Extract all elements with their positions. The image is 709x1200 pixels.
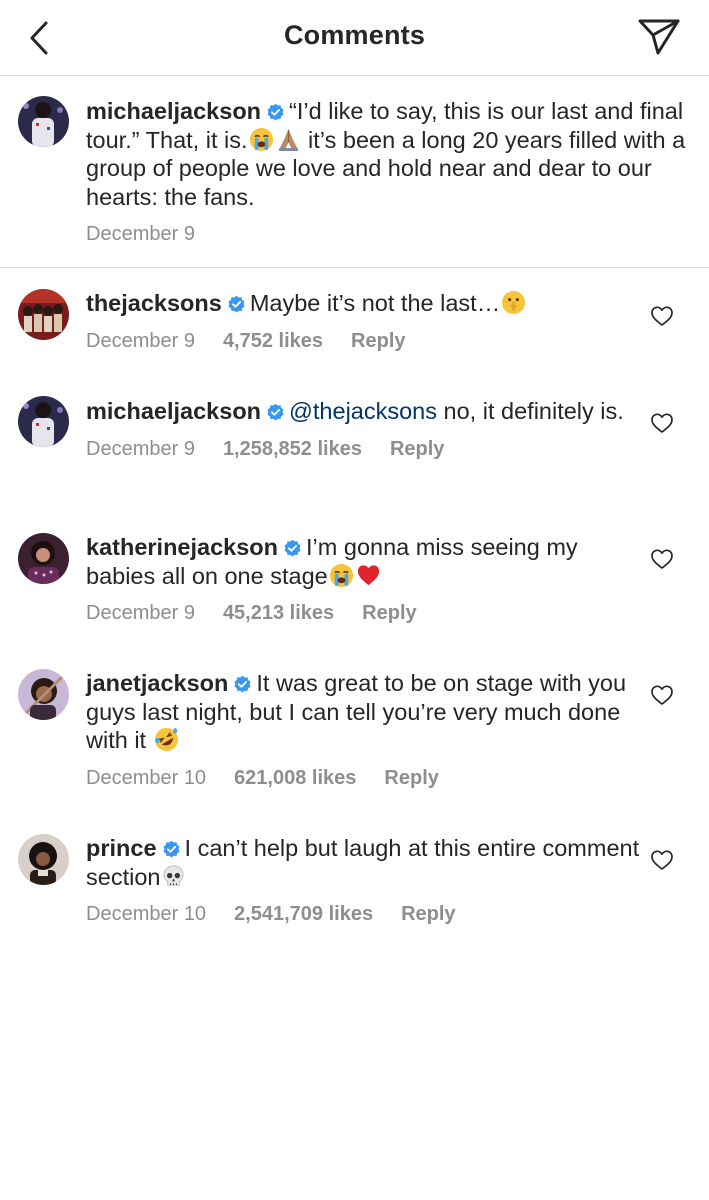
- comment-username[interactable]: prince: [86, 835, 157, 861]
- comment-item: katherinejackson I’m gonna miss seeing my…: [0, 514, 709, 650]
- comment-body: katherinejackson I’m gonna miss seeing my…: [86, 533, 649, 625]
- comment-item: thejacksons Maybe it’s not the last… Dece…: [0, 268, 709, 378]
- comment-body: michaeljackson @thejacksons no, it defini…: [86, 397, 649, 461]
- comment-date: December 9: [86, 437, 195, 460]
- comment-meta: December 9 45,213 likes Reply: [86, 602, 649, 625]
- comment-username[interactable]: thejacksons: [86, 290, 222, 316]
- comment-date: December 9: [86, 329, 195, 352]
- comment-meta: December 9 4,752 likes Reply: [86, 330, 649, 353]
- comment-item: janetjackson It was great to be on stage …: [0, 650, 709, 815]
- comment-likes[interactable]: 2,541,709 likes: [234, 903, 373, 925]
- heart-icon[interactable]: [650, 548, 674, 570]
- caption-meta: December 9: [86, 223, 689, 246]
- verified-badge-icon: [267, 403, 284, 421]
- top-nav-bar: Comments: [0, 0, 709, 76]
- caption-date: December 9: [86, 223, 195, 245]
- verified-badge-icon: [163, 840, 180, 858]
- share-button[interactable]: [636, 17, 682, 57]
- comment-body: prince I can’t help but laugh at this ent…: [86, 834, 649, 926]
- page-title: Comments: [283, 20, 426, 50]
- comment-item: michaeljackson @thejacksons no, it defini…: [0, 378, 709, 514]
- comment-date: December 10: [86, 903, 207, 925]
- folded-hands-icon: [278, 128, 298, 151]
- reply-button[interactable]: Reply: [390, 438, 444, 460]
- comment-item: prince I can’t help but laugh at this ent…: [0, 815, 709, 951]
- comment-date: December 10: [86, 766, 207, 789]
- verified-badge-icon: [228, 295, 245, 313]
- caption-username[interactable]: michaeljackson: [86, 98, 261, 124]
- avatar[interactable]: [18, 96, 69, 147]
- comment-likes[interactable]: 4,752 likes: [223, 330, 323, 352]
- comment-text: michaeljackson @thejacksons no, it defini…: [86, 397, 649, 426]
- rolling-on-floor-laughing-icon: [154, 727, 178, 752]
- caption-text: michaeljackson “I’d like to say, this is …: [86, 97, 689, 211]
- heart-icon[interactable]: [650, 412, 674, 434]
- loudly-crying-face-icon: [329, 563, 353, 587]
- verified-badge-icon: [234, 675, 251, 693]
- comment-likes[interactable]: 621,008 likes: [234, 767, 356, 789]
- reply-button[interactable]: Reply: [401, 903, 455, 925]
- comment-body: janetjackson It was great to be on stage …: [86, 669, 649, 790]
- comment-text: katherinejackson I’m gonna miss seeing my…: [86, 533, 649, 590]
- verified-badge-icon: [284, 539, 301, 557]
- reply-button[interactable]: Reply: [351, 330, 405, 352]
- comment-body: thejacksons Maybe it’s not the last… Dece…: [86, 289, 649, 353]
- comment-username[interactable]: michaeljackson: [86, 398, 261, 424]
- heart-icon[interactable]: [650, 849, 674, 871]
- avatar[interactable]: [18, 396, 69, 447]
- shushing-face-icon: [502, 290, 526, 315]
- caption-body: michaeljackson “I’d like to say, this is …: [86, 97, 689, 246]
- heart-icon[interactable]: [650, 684, 674, 706]
- reply-button[interactable]: Reply: [362, 602, 416, 624]
- avatar[interactable]: [18, 289, 69, 340]
- comment-likes[interactable]: 1,258,852 likes: [223, 438, 362, 460]
- skull-icon: [163, 865, 184, 886]
- comment-meta: December 10 2,541,709 likes Reply: [86, 903, 649, 926]
- comment-username[interactable]: janetjackson: [86, 670, 228, 696]
- mention-link[interactable]: @thejacksons: [289, 398, 437, 424]
- comment-meta: December 9 1,258,852 likes Reply: [86, 438, 649, 461]
- comment-text: prince I can’t help but laugh at this ent…: [86, 834, 649, 891]
- comment-likes[interactable]: 45,213 likes: [223, 602, 334, 624]
- reply-button[interactable]: Reply: [384, 767, 438, 789]
- loudly-crying-face-icon: [249, 127, 273, 151]
- red-heart-icon: [357, 564, 379, 585]
- comment-meta: December 10 621,008 likes Reply: [86, 767, 649, 790]
- verified-badge-icon: [267, 103, 284, 121]
- comment-message: no, it definitely is.: [437, 398, 624, 424]
- comment-date: December 9: [86, 602, 195, 624]
- heart-icon[interactable]: [650, 305, 674, 327]
- comment-message: Maybe it’s not the last…: [249, 290, 501, 316]
- avatar[interactable]: [18, 834, 69, 885]
- comment-text: thejacksons Maybe it’s not the last…: [86, 289, 649, 318]
- avatar[interactable]: [18, 669, 69, 720]
- avatar[interactable]: [18, 533, 69, 584]
- post-caption: michaeljackson “I’d like to say, this is …: [0, 77, 709, 268]
- comment-username[interactable]: katherinejackson: [86, 534, 278, 560]
- comment-text: janetjackson It was great to be on stage …: [86, 669, 649, 755]
- paper-plane-icon: [638, 19, 680, 55]
